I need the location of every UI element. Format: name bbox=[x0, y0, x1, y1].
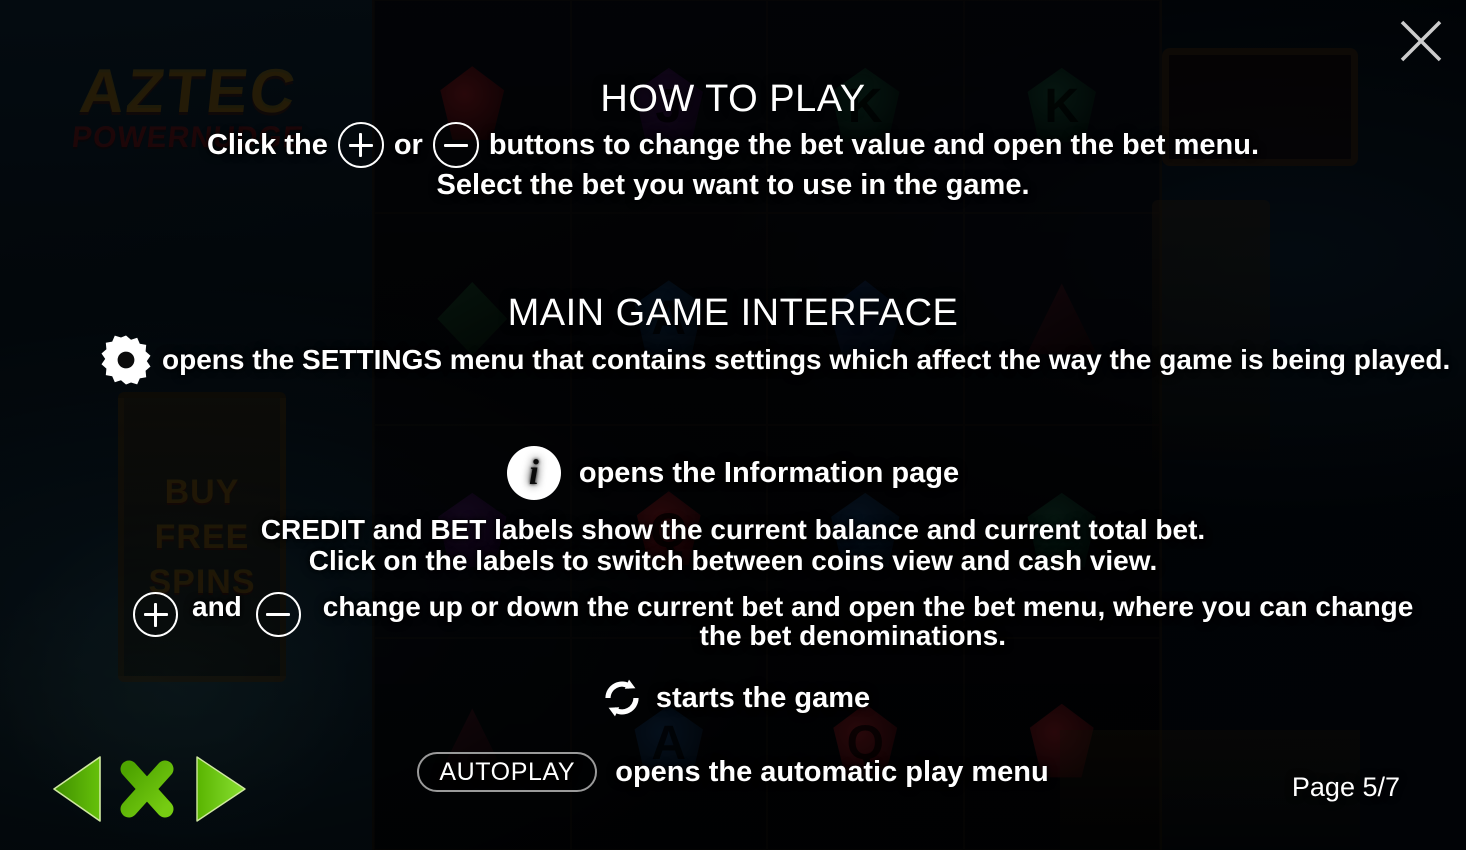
click-suffix-text: buttons to change the bet value and open… bbox=[488, 128, 1260, 161]
select-bet-text: Select the bet you want to use in the ga… bbox=[436, 169, 1030, 201]
how-to-play-overlay: HOW TO PLAY Click the or buttons to chan… bbox=[0, 0, 1466, 850]
spin-description-text: starts the game bbox=[655, 681, 871, 714]
plus-circle-icon[interactable] bbox=[337, 122, 384, 168]
autoplay-button[interactable]: AUTOPLAY bbox=[417, 752, 598, 792]
minus-circle-icon[interactable] bbox=[255, 592, 301, 637]
exit-x-icon[interactable] bbox=[116, 752, 178, 831]
info-circle-icon[interactable]: i bbox=[506, 446, 561, 500]
credit-bet-line-1: CREDIT and BET labels show the current b… bbox=[260, 514, 1206, 545]
minus-circle-icon[interactable] bbox=[432, 122, 479, 168]
spin-row: starts the game bbox=[0, 672, 1466, 724]
close-icon[interactable] bbox=[1390, 10, 1452, 72]
settings-description-text: opens the SETTINGS menu that contains se… bbox=[162, 344, 1451, 376]
credit-bet-row: CREDIT and BET labels show the current b… bbox=[0, 515, 1466, 576]
refresh-spin-icon[interactable] bbox=[596, 672, 648, 724]
autoplay-description-text: opens the automatic play menu bbox=[615, 755, 1049, 788]
how-to-play-title: HOW TO PLAY bbox=[600, 78, 866, 120]
plus-circle-icon[interactable] bbox=[133, 592, 178, 637]
bet-description-line-1: change up or down the current bet and op… bbox=[322, 591, 1414, 622]
gear-icon[interactable] bbox=[98, 334, 154, 386]
bet-description-block: change up or down the current bet and op… bbox=[322, 591, 1414, 652]
info-description-text: opens the Information page bbox=[578, 456, 960, 489]
or-text: or bbox=[393, 128, 423, 161]
how-to-play-select-row: Select the bet you want to use in the ga… bbox=[0, 169, 1466, 201]
bet-and-text: and bbox=[192, 591, 242, 622]
credit-bet-line-2: Click on the labels to switch between co… bbox=[308, 545, 1158, 577]
how-to-play-click-row: Click the or buttons to change the bet v… bbox=[0, 122, 1466, 168]
main-game-interface-title: MAIN GAME INTERFACE bbox=[507, 292, 959, 334]
settings-row: opens the SETTINGS menu that contains se… bbox=[0, 334, 1466, 386]
bet-description-line-2: the bet denominations. bbox=[699, 620, 1007, 652]
navigation-controls bbox=[48, 752, 250, 831]
click-prefix-text: Click the bbox=[206, 128, 328, 161]
bet-change-row: and change up or down the current bet an… bbox=[0, 592, 1466, 651]
next-arrow-icon[interactable] bbox=[188, 752, 250, 831]
info-row: i opens the Information page bbox=[0, 446, 1466, 500]
previous-arrow-icon[interactable] bbox=[48, 752, 106, 831]
page-counter: Page 5/7 bbox=[1291, 772, 1400, 802]
info-icon-glyph: i bbox=[528, 452, 539, 492]
